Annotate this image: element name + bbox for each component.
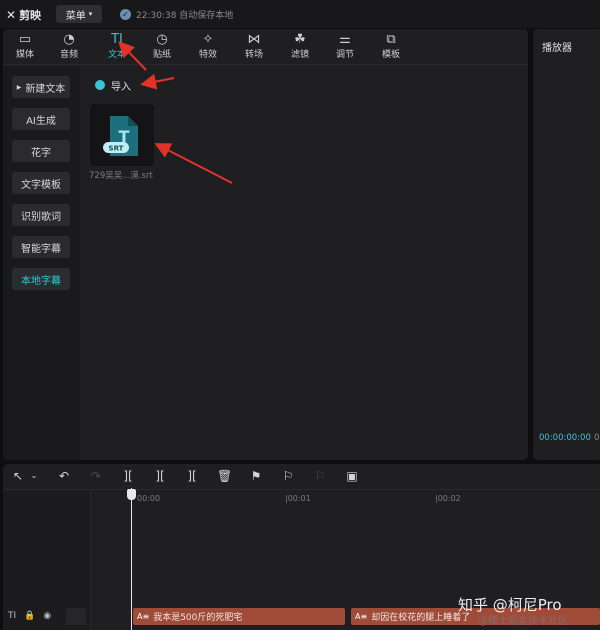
player-panel: 播放器 (533, 29, 600, 460)
chevron-down-icon: ▾ (88, 10, 93, 18)
caret-right-icon: ▶ (16, 83, 22, 91)
flag-disabled-icon[interactable]: ⚐ (313, 469, 327, 483)
menu-button[interactable]: 菜单 ▾ (56, 5, 102, 23)
tab-transition[interactable]: ⋈ 转场 (234, 31, 274, 65)
tab-label: 调节 (335, 50, 354, 60)
app-logo-icon: ✕ (6, 8, 17, 22)
tab-adjust[interactable]: ⚌ 调节 (325, 31, 365, 65)
redo-icon[interactable]: ↷ (89, 469, 103, 483)
tab-label: 模板 (381, 50, 400, 60)
track-controls: TI 🔒 ◉ (8, 611, 51, 621)
tab-label: 媒体 (15, 50, 34, 60)
sidebar-item-smart-subtitle[interactable]: 智能字幕 (12, 236, 70, 258)
eye-icon[interactable]: ◉ (43, 611, 51, 621)
image-edit-icon[interactable]: ▣ (345, 469, 359, 483)
undo-icon[interactable]: ↶ (57, 469, 71, 483)
svg-text:SRT: SRT (109, 145, 124, 153)
sidebar-item-label: 智能字幕 (21, 243, 61, 255)
text-clip-icon: A≡ (355, 612, 368, 621)
tab-effects[interactable]: ✧ 特效 (188, 31, 228, 65)
media-panel: ▭ 媒体 ◔ 音频 TI 文本 ◷ 贴纸 ✧ 特效 ⋈ 转场 ☘ 滤镜 ⚌ 调节 (3, 29, 528, 460)
trim-left-icon[interactable]: ][ (153, 469, 167, 483)
sidebar-item-lyrics[interactable]: 识别歌词 (12, 204, 70, 226)
ruler-label: |00:01 (285, 494, 311, 503)
trim-right-icon[interactable]: ][ (185, 469, 199, 483)
sidebar-item-label: AI生成 (26, 115, 56, 127)
srt-file-icon: T SRT (103, 116, 138, 156)
sidebar-item-label: 文字模板 (21, 179, 61, 191)
track-thumbnail (66, 608, 86, 625)
flag-icon[interactable]: ⚐ (281, 469, 295, 483)
tab-filter[interactable]: ☘ 滤镜 (280, 31, 320, 65)
tab-label: 贴纸 (152, 50, 171, 60)
split-icon[interactable]: ][ (121, 469, 135, 483)
tab-label: 特效 (198, 50, 217, 60)
tab-text[interactable]: TI 文本 (97, 31, 137, 65)
tab-label: 转场 (244, 50, 263, 60)
timeline-toolbar: ↖ ⌄ ↶ ↷ ][ ][ ][ 🗑 ⚑ ⚐ ⚐ ▣ (3, 464, 600, 490)
media-icon: ▭ (18, 32, 32, 47)
subtitle-clip[interactable]: A≡ 我本是500斤的死肥宅 (133, 608, 345, 625)
tab-label: 文本 (107, 50, 126, 60)
select-cursor-icon[interactable]: ↖ (11, 469, 25, 483)
ruler-label: |00:02 (435, 494, 461, 503)
player-total-time: 0 (594, 433, 600, 443)
sidebar-item-local-subtitle[interactable]: 本地字幕 (12, 268, 70, 290)
transition-icon: ⋈ (247, 32, 261, 47)
clip-text: 我本是500斤的死肥宅 (153, 613, 243, 623)
import-label: 导入 (111, 81, 131, 93)
text-track-icon: TI (8, 611, 17, 621)
delete-icon[interactable]: 🗑 (217, 469, 232, 483)
time-ruler: 00:00 |00:01 |00:02 (91, 491, 600, 511)
chevron-down-icon[interactable]: ⌄ (27, 469, 41, 483)
text-sidebar: ▶ 新建文本 AI生成 花字 文字模板 识别歌词 智能字幕 本地字幕 (3, 66, 80, 460)
tab-label: 滤镜 (290, 50, 309, 60)
template-icon: ⧉ (386, 32, 396, 47)
check-icon: ✓ (120, 9, 131, 20)
sidebar-item-label: 新建文本 (25, 83, 66, 95)
flag-auto-icon[interactable]: ⚑ (249, 469, 263, 483)
sidebar-item-label: 识别歌词 (21, 211, 61, 223)
sticker-icon: ◷ (156, 32, 168, 47)
tab-sticker[interactable]: ◷ 贴纸 (142, 31, 182, 65)
menu-label: 菜单 (65, 10, 86, 22)
tab-label: 音频 (59, 50, 78, 60)
srt-file-name: 729吴吴...漠.srt (89, 171, 153, 181)
sidebar-item-ai-generate[interactable]: AI生成 (12, 108, 70, 130)
tab-bar: ▭ 媒体 ◔ 音频 TI 文本 ◷ 贴纸 ✧ 特效 ⋈ 转场 ☘ 滤镜 ⚌ 调节 (3, 29, 528, 65)
text-icon: TI (111, 32, 123, 47)
app-logo: ✕ 剪映 (6, 7, 41, 23)
plus-icon (95, 80, 105, 90)
ruler-label: 00:00 (137, 494, 161, 503)
app-name: 剪映 (19, 9, 42, 22)
sidebar-item-fancy-text[interactable]: 花字 (12, 140, 70, 162)
watermark-juejin: @稀土掘金技术社区 (478, 616, 568, 627)
save-status: ✓ 22:30:38 自动保存本地 (120, 8, 233, 21)
adjust-icon: ⚌ (339, 32, 351, 47)
sidebar-item-label: 花字 (31, 147, 51, 159)
sidebar-item-new-text[interactable]: ▶ 新建文本 (12, 76, 70, 98)
playhead-handle[interactable] (127, 489, 136, 500)
audio-icon: ◔ (63, 32, 75, 47)
filter-icon: ☘ (294, 32, 306, 47)
save-status-text: 22:30:38 自动保存本地 (136, 11, 234, 21)
clip-text: 却因在校花的腿上睡着了 (371, 613, 471, 623)
sidebar-item-label: 本地字幕 (21, 275, 61, 287)
player-title: 播放器 (542, 43, 572, 54)
playhead[interactable] (131, 488, 132, 630)
effects-icon: ✧ (202, 32, 214, 47)
sidebar-item-text-template[interactable]: 文字模板 (12, 172, 70, 194)
text-clip-icon: A≡ (137, 612, 150, 621)
player-current-time: 00:00:00:00 (539, 433, 591, 443)
tab-audio[interactable]: ◔ 音频 (49, 31, 89, 65)
lock-icon[interactable]: 🔒 (24, 611, 35, 621)
tab-template[interactable]: ⧉ 模板 (371, 31, 411, 65)
import-button[interactable]: 导入 (95, 76, 145, 94)
tab-media[interactable]: ▭ 媒体 (5, 31, 45, 65)
srt-file-card[interactable]: T SRT (90, 104, 154, 166)
